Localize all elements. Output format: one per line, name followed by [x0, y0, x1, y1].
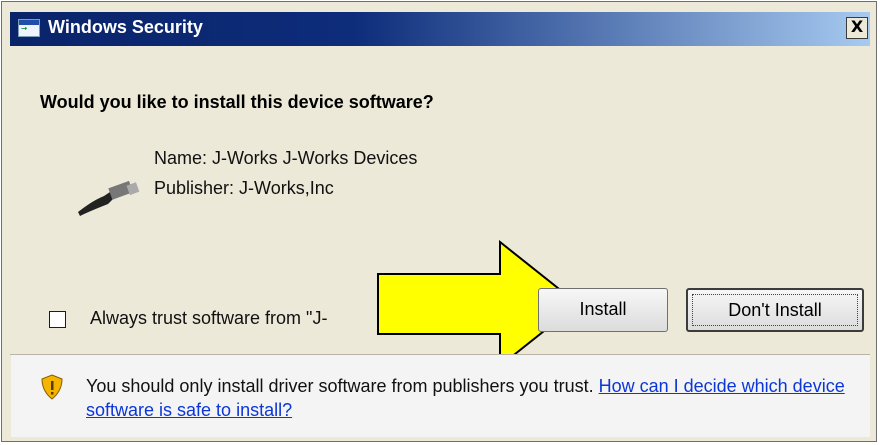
dont-install-button[interactable]: Don't Install — [686, 288, 864, 332]
usb-plug-icon — [78, 180, 140, 216]
install-button[interactable]: Install — [538, 288, 668, 332]
windows-security-icon: → — [18, 19, 40, 37]
always-trust-checkbox[interactable] — [49, 311, 66, 328]
warning-text: You should only install driver software … — [86, 376, 599, 396]
close-button[interactable]: X — [846, 17, 868, 39]
focus-ring — [692, 294, 858, 326]
security-dialog: → Windows Security X Would you like to i… — [1, 1, 877, 442]
footer-warning: You should only install driver software … — [86, 374, 856, 422]
title-bar[interactable]: → Windows Security — [10, 12, 870, 46]
window-title: Windows Security — [48, 17, 203, 37]
always-trust-label[interactable]: Always trust software from "J- — [90, 308, 327, 329]
shield-warning-icon — [41, 374, 63, 400]
device-publisher: Publisher: J-Works,Inc — [154, 178, 334, 198]
dialog-question: Would you like to install this device so… — [40, 92, 434, 112]
device-name: Name: J-Works J-Works Devices — [154, 148, 418, 168]
